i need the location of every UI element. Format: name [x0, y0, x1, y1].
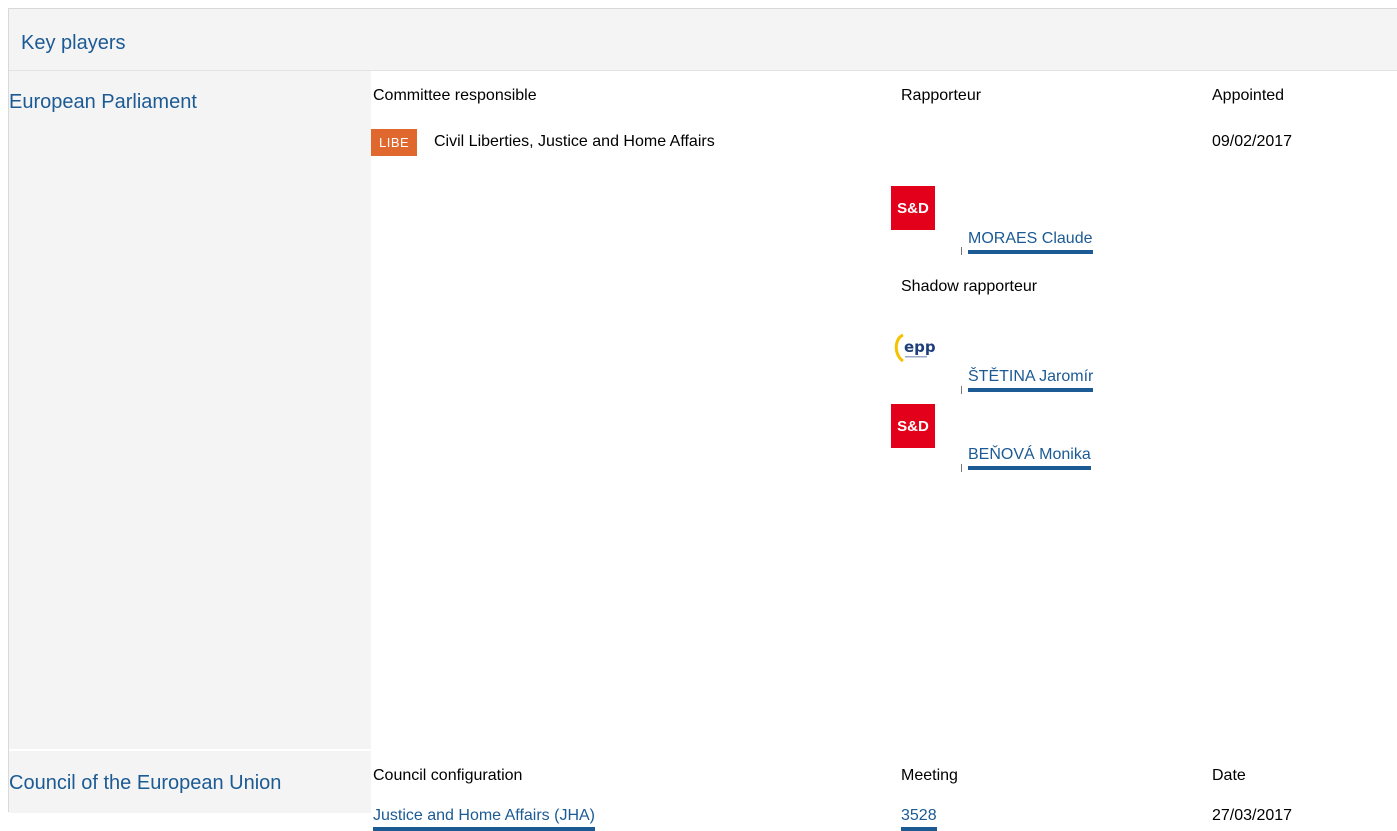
rapporteur-link-wrap[interactable]: MORAES Claude [968, 230, 1093, 254]
divider-tick [961, 386, 962, 394]
council-date: 27/03/2017 [1212, 807, 1293, 824]
col-meeting-header: Meeting [901, 767, 958, 784]
rapporteur-name-link[interactable]: MORAES Claude [968, 230, 1093, 254]
shadow-rapporteur-2-link[interactable]: BEŇOVÁ Monika [968, 446, 1091, 470]
parliament-label-cell: European Parliament [9, 71, 371, 749]
svg-text:epp: epp [904, 338, 935, 356]
shadow-rapporteur-1-link[interactable]: ŠTĚTINA Jaromír [968, 368, 1094, 392]
shadow-rapporteur-label: Shadow rapporteur [901, 278, 1038, 295]
epp-party-logo: epp [891, 329, 936, 373]
committee-badge: LIBE [371, 129, 418, 156]
parliament-label: European Parliament [9, 91, 197, 113]
council-label: Council of the European Union [9, 772, 282, 794]
section-title: Key players [21, 32, 126, 54]
key-players-panel: Key players European Parliament Committe… [8, 8, 1397, 831]
col-rapporteur-header: Rapporteur [901, 87, 982, 104]
epp-logo-icon: epp [894, 333, 936, 363]
council-label-cell: Council of the European Union [9, 751, 371, 813]
appointed-date: 09/02/2017 [1212, 133, 1293, 150]
section-header: Key players [9, 9, 1397, 71]
col-committee-header: Committee responsible [373, 87, 537, 104]
meeting-link-wrap[interactable]: 3528 [901, 807, 937, 831]
shadow-link-wrap[interactable]: BEŇOVÁ Monika [968, 446, 1091, 470]
configuration-link-wrap[interactable]: Justice and Home Affairs (JHA) [373, 807, 596, 831]
shadow-link-wrap[interactable]: ŠTĚTINA Jaromír [968, 368, 1094, 392]
committee-name: Civil Liberties, Justice and Home Affair… [434, 133, 715, 150]
col-appointed-header: Appointed [1212, 87, 1285, 104]
meeting-number-link[interactable]: 3528 [901, 807, 937, 831]
council-configuration-link[interactable]: Justice and Home Affairs (JHA) [373, 807, 596, 831]
col-date-header: Date [1212, 767, 1246, 784]
divider-tick [961, 464, 962, 472]
sd-party-logo: S&D [891, 404, 935, 448]
col-configuration-header: Council configuration [373, 767, 523, 784]
divider-tick [961, 247, 962, 255]
sd-party-logo: S&D [891, 186, 935, 230]
